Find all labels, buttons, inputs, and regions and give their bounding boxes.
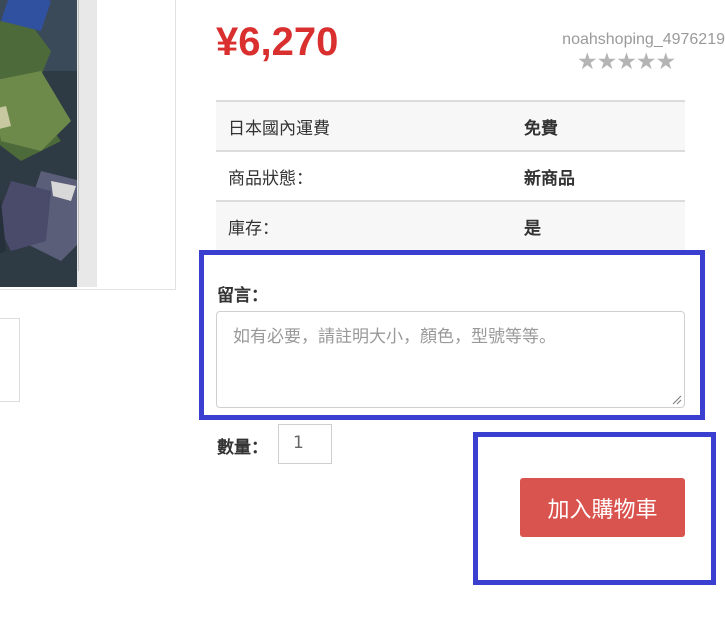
seller-rating-stars: ★★★★★	[577, 49, 676, 75]
info-value: 新商品	[524, 168, 575, 189]
product-info-table: 日本國內運費 免費 商品狀態： 新商品 庫存： 是	[216, 100, 685, 251]
message-textarea[interactable]: 如有必要，請註明大小，顏色，型號等等。	[216, 311, 685, 408]
product-image[interactable]	[0, 0, 97, 287]
product-page: ¥6,270 noahshoping_4976219 ★★★★★ 日本國內運費 …	[0, 0, 725, 625]
product-price: ¥6,270	[216, 20, 339, 64]
message-label: 留言：	[217, 286, 268, 306]
info-value: 免費	[524, 118, 558, 139]
info-label: 日本國內運費	[228, 118, 330, 139]
message-placeholder: 如有必要，請註明大小，顏色，型號等等。	[233, 327, 556, 347]
info-label: 商品狀態：	[228, 168, 313, 189]
quantity-input[interactable]: 1	[278, 424, 332, 464]
info-row-condition: 商品狀態： 新商品	[216, 151, 685, 201]
quantity-label: 數量：	[217, 438, 268, 458]
info-row-stock: 庫存： 是	[216, 201, 685, 251]
product-thumbnail[interactable]	[0, 318, 20, 402]
product-image-frame	[0, 0, 176, 290]
info-row-shipping: 日本國內運費 免費	[216, 101, 685, 151]
info-label: 庫存：	[228, 219, 279, 239]
add-to-cart-button[interactable]: 加入購物車	[520, 478, 685, 537]
resize-handle-icon[interactable]	[672, 395, 682, 405]
info-value: 是	[524, 219, 541, 239]
seller-name-link[interactable]: noahshoping_4976219	[562, 31, 725, 49]
